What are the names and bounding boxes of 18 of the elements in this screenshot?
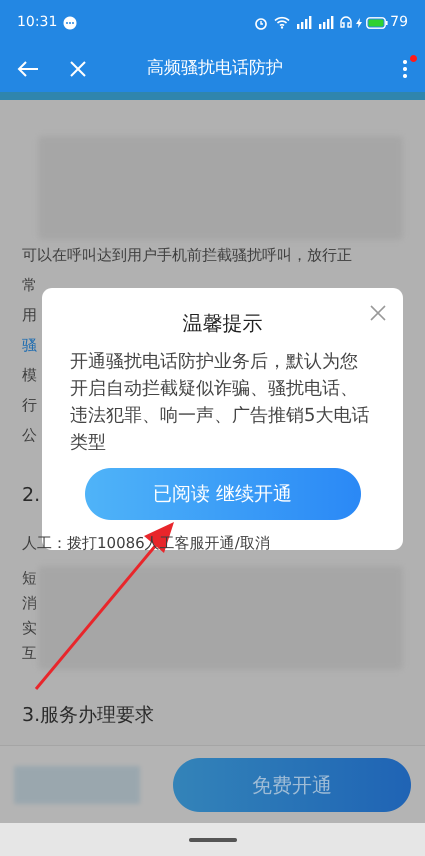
body-text: 用 (22, 305, 37, 326)
section-heading: 2. (22, 483, 40, 508)
dialog-title: 温馨提示 (182, 310, 262, 337)
link-text[interactable]: 骚 (22, 330, 37, 360)
status-time: 10:31 (17, 13, 58, 32)
free-activate-button[interactable]: 免费开通 (173, 758, 411, 812)
battery-level: 79 (390, 13, 408, 32)
page-title: 高频骚扰电话防护 (147, 56, 283, 80)
body-text: 行 (22, 395, 37, 416)
dialog-message: 开通骚扰电话防护业务后，默认为您开启自动拦截疑似诈骗、骚扰电话、违法犯罪、响一声、广告推销5大电话类型 (69, 350, 370, 455)
body-text: 可以在呼叫达到用户手机前拦截骚扰呼叫，放行正 (22, 245, 352, 266)
text-fragment: 消 (22, 593, 36, 614)
continue-button[interactable]: 已阅读 继续开通 (84, 468, 360, 520)
section-heading: 3.服务办理要求 (22, 703, 154, 728)
body-text: 模 (22, 365, 37, 386)
text-fragment: 实 (22, 618, 36, 639)
body-text: 常 (22, 275, 37, 296)
body-text: 公 (22, 425, 37, 446)
